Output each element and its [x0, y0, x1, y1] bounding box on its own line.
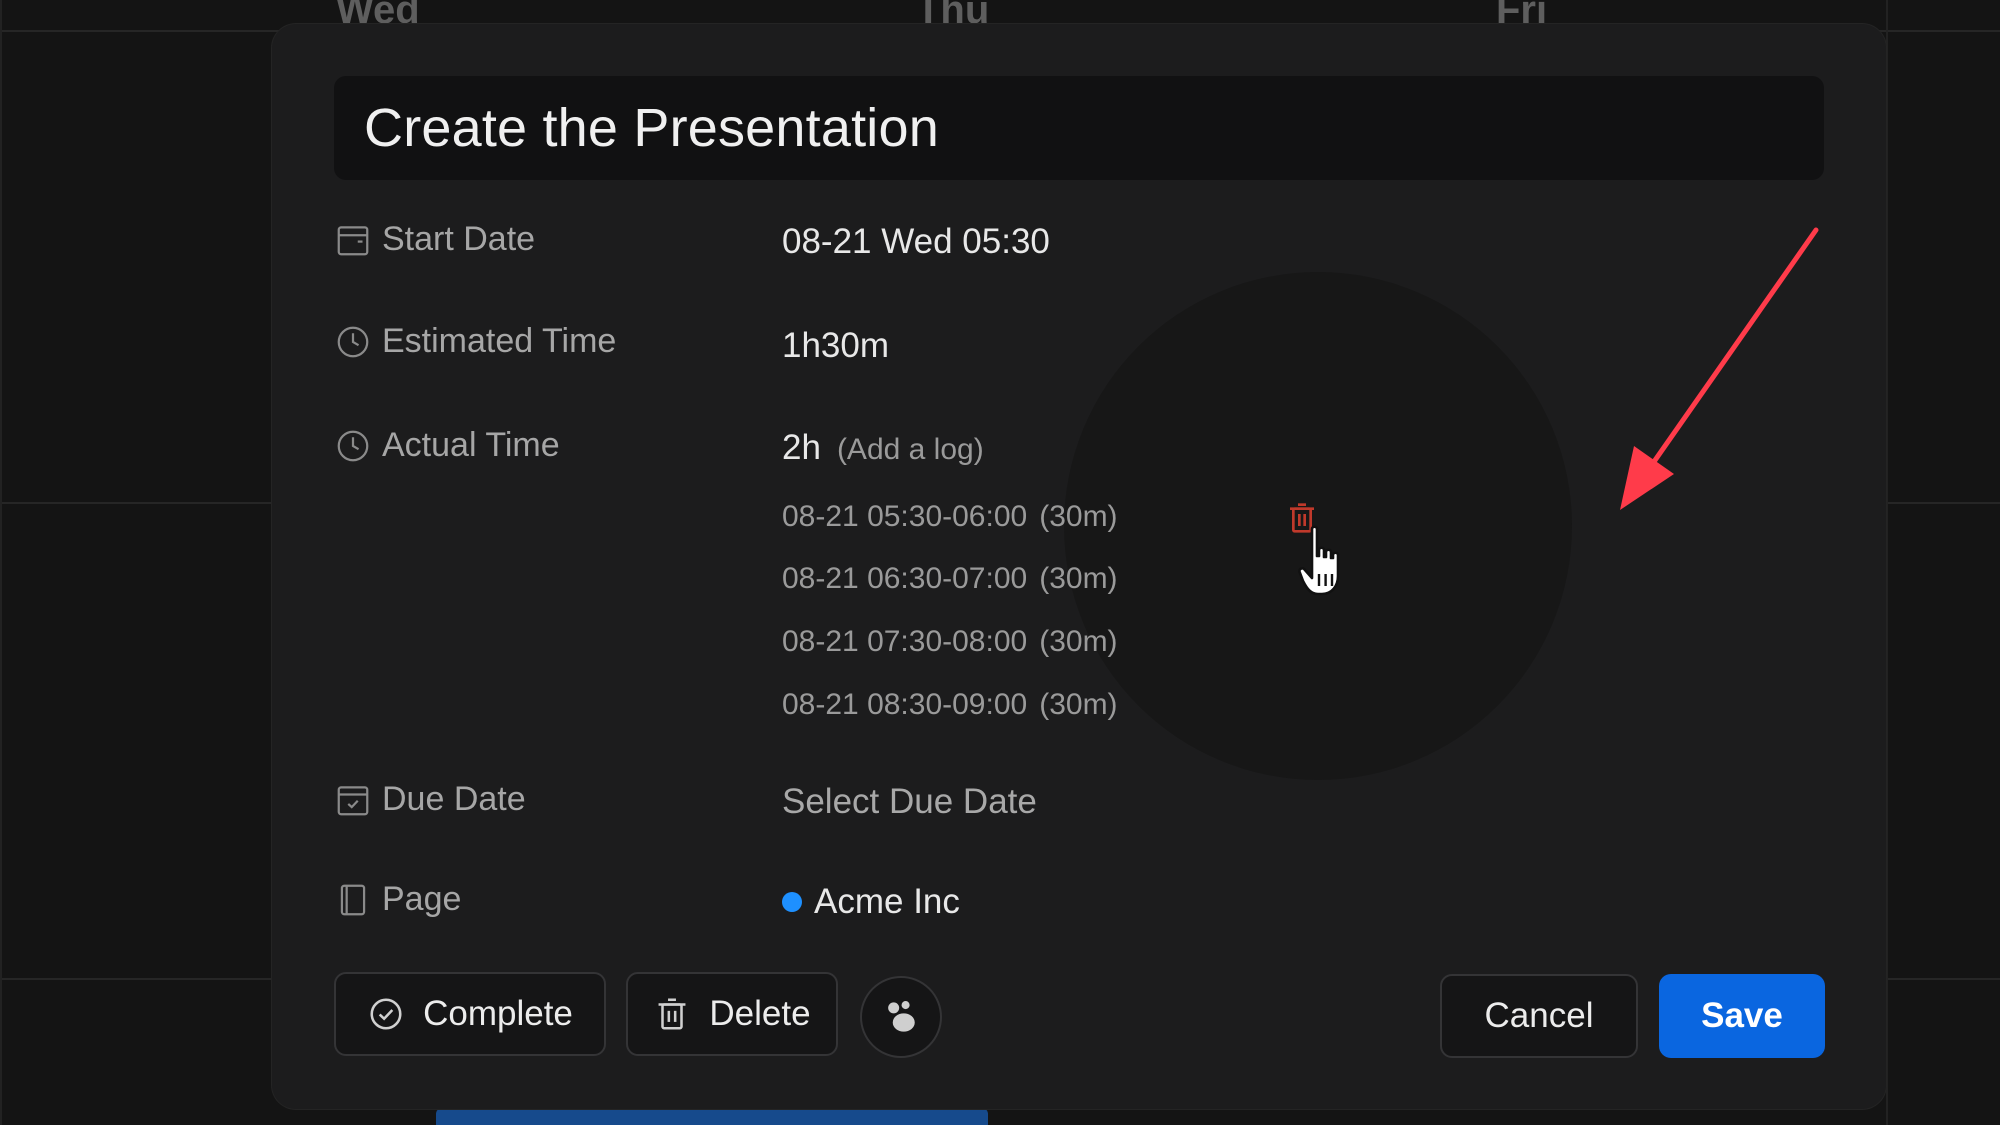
due-date-label: Due Date — [334, 780, 526, 819]
delete-button-label: Delete — [709, 994, 811, 1033]
start-date-label-text: Start Date — [382, 220, 536, 258]
check-circle-icon — [370, 998, 402, 1030]
cancel-button[interactable]: Cancel — [1440, 974, 1638, 1058]
calendar-grid-line — [0, 0, 2, 1125]
page-label: Page — [334, 880, 461, 919]
trash-icon — [658, 998, 686, 1030]
estimated-time-label: Estimated Time — [334, 322, 616, 361]
task-title-field[interactable]: Create the Presentation — [334, 76, 1824, 180]
page-name: Acme Inc — [814, 882, 960, 921]
log-duration: (30m) — [1039, 500, 1118, 533]
log-range: 08-21 06:30-07:00 — [782, 562, 1028, 595]
log-range: 08-21 07:30-08:00 — [782, 625, 1028, 658]
annotation-arrow — [1620, 227, 1819, 510]
complete-button[interactable]: Complete — [334, 972, 606, 1056]
clock-icon — [337, 326, 369, 357]
start-date-value[interactable]: 08-21 Wed 05:30 — [782, 222, 1050, 262]
time-log-entry[interactable]: 08-21 05:30-06:00 (30m) — [782, 500, 1118, 534]
actual-time-label: Actual Time — [334, 426, 560, 465]
page-label-text: Page — [382, 880, 462, 918]
due-date-label-text: Due Date — [382, 780, 526, 818]
due-date-select[interactable]: Select Due Date — [782, 782, 1037, 822]
delete-button[interactable]: Delete — [626, 972, 838, 1056]
log-range: 08-21 08:30-09:00 — [782, 688, 1028, 721]
page-value[interactable]: Acme Inc — [782, 882, 960, 922]
time-log-entry[interactable]: 08-21 08:30-09:00 (30m) — [782, 688, 1118, 722]
clock-icon — [337, 430, 369, 461]
actual-time-label-text: Actual Time — [382, 426, 560, 464]
task-edit-modal: Create the Presentation Start Date 08-21… — [272, 24, 1886, 1109]
actual-time-value: 2h — [782, 428, 821, 467]
log-duration: (30m) — [1039, 688, 1118, 721]
hand-cursor-icon — [1298, 525, 1340, 596]
estimated-time-label-text: Estimated Time — [382, 322, 617, 360]
task-title: Create the Presentation — [364, 98, 939, 158]
page-color-dot — [782, 891, 802, 912]
start-date-label: Start Date — [334, 220, 535, 259]
log-range: 08-21 05:30-06:00 — [782, 500, 1028, 533]
actual-time-value-row: 2h (Add a log) — [782, 428, 984, 468]
save-button[interactable]: Save — [1659, 974, 1825, 1058]
pomodoro-button[interactable] — [860, 976, 942, 1058]
calendar-icon — [337, 225, 369, 255]
calendar-event-bar[interactable] — [436, 1108, 988, 1125]
add-log-link[interactable]: (Add a log) — [837, 433, 984, 467]
log-duration: (30m) — [1039, 625, 1118, 658]
page-icon — [340, 884, 366, 915]
complete-button-label: Complete — [423, 994, 573, 1033]
paw-icon — [888, 1001, 915, 1032]
time-log-entry[interactable]: 08-21 07:30-08:00 (30m) — [782, 625, 1118, 659]
estimated-time-value[interactable]: 1h30m — [782, 326, 889, 366]
log-duration: (30m) — [1039, 562, 1118, 595]
calendar-check-icon — [337, 785, 369, 815]
calendar-grid-line — [1886, 0, 1888, 1125]
time-log-entry[interactable]: 08-21 06:30-07:00 (30m) — [782, 562, 1118, 596]
